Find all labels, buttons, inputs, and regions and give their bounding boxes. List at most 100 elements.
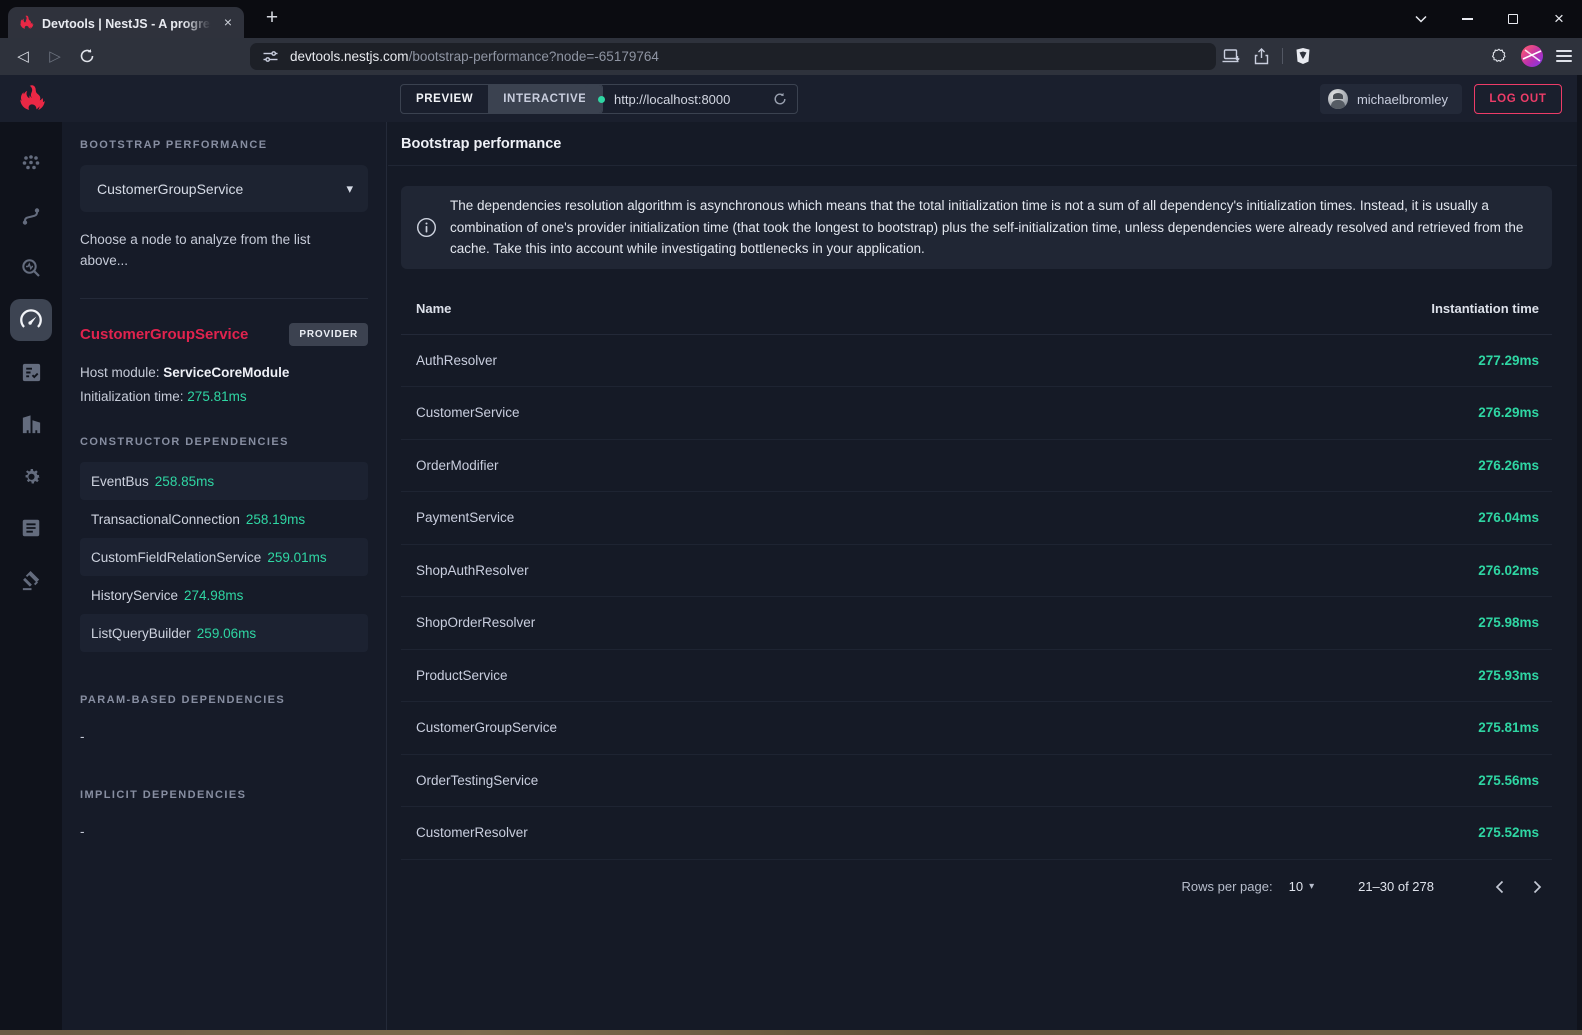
node-select[interactable]: CustomerGroupService ▾ — [80, 165, 368, 212]
table-row[interactable]: PaymentService 276.04ms — [401, 492, 1552, 545]
table-row[interactable]: ShopOrderResolver 275.98ms — [401, 597, 1552, 650]
node-analysis-panel: BOOTSTRAP PERFORMANCE CustomerGroupServi… — [62, 122, 387, 1030]
back-button[interactable]: ◁ — [8, 41, 38, 71]
param-deps-title: PARAM-BASED DEPENDENCIES — [80, 694, 368, 706]
sidebar-item-settings[interactable] — [10, 455, 52, 497]
table-row[interactable]: OrderModifier 276.26ms — [401, 440, 1552, 493]
send-to-device-icon[interactable] — [1222, 48, 1241, 64]
sidebar-item-routes[interactable] — [10, 195, 52, 237]
sidebar-item-audits[interactable] — [10, 351, 52, 393]
rows-per-page-value: 10 — [1289, 879, 1303, 894]
sidebar-item-inspect[interactable] — [10, 247, 52, 289]
pagination-range: 21–30 of 278 — [1358, 879, 1434, 894]
tab-search-icon[interactable] — [1398, 0, 1444, 38]
constructor-deps-list: EventBus 258.85ms TransactionalConnectio… — [80, 462, 368, 652]
row-name: ShopAuthResolver — [416, 563, 529, 578]
sidebar-item-graph[interactable] — [10, 143, 52, 185]
target-refresh-icon[interactable] — [773, 92, 787, 106]
maximize-icon — [1508, 14, 1518, 24]
brave-shield-icon[interactable] — [1295, 47, 1311, 65]
window-maximize-button[interactable] — [1490, 0, 1536, 38]
dependency-item[interactable]: ListQueryBuilder 259.06ms — [80, 614, 368, 652]
dependency-name: ListQueryBuilder — [91, 626, 191, 641]
row-name: CustomerService — [416, 405, 520, 420]
nestjs-logo[interactable] — [0, 75, 62, 122]
dependency-item[interactable]: TransactionalConnection 258.19ms — [80, 500, 368, 538]
sidebar-item-modules[interactable] — [10, 403, 52, 445]
dependency-name: HistoryService — [91, 588, 178, 603]
node-select-value: CustomerGroupService — [97, 181, 243, 197]
user-chip[interactable]: michaelbromley — [1320, 84, 1462, 114]
extensions-icon[interactable] — [1490, 47, 1508, 65]
row-name: OrderTestingService — [416, 773, 538, 788]
site-settings-icon[interactable] — [262, 48, 279, 65]
info-icon — [416, 217, 437, 238]
user-avatar — [1328, 89, 1348, 109]
dependency-item[interactable]: CustomFieldRelationService 259.01ms — [80, 538, 368, 576]
table-row[interactable]: CustomerResolver 275.52ms — [401, 807, 1552, 860]
mode-toggle: PREVIEW INTERACTIVE — [400, 84, 603, 114]
host-module-value: ServiceCoreModule — [163, 365, 289, 380]
init-time-row: Initialization time: 275.81ms — [80, 385, 368, 409]
dependency-name: TransactionalConnection — [91, 512, 240, 527]
app-header: PREVIEW INTERACTIVE http://localhost:800… — [0, 75, 1582, 122]
table-row[interactable]: CustomerService 276.29ms — [401, 387, 1552, 440]
row-time: 275.98ms — [1478, 615, 1539, 630]
nestjs-favicon-icon — [18, 15, 34, 31]
param-deps-empty: - — [80, 729, 368, 744]
sidebar-item-bootstrap-performance[interactable] — [10, 299, 52, 341]
url-text: devtools.nestjs.com/bootstrap-performanc… — [290, 49, 659, 64]
row-time: 276.29ms — [1478, 405, 1539, 420]
connection-status-dot — [598, 96, 605, 103]
row-time: 276.26ms — [1478, 458, 1539, 473]
table-row[interactable]: OrderTestingService 275.56ms — [401, 755, 1552, 808]
implicit-deps-title: IMPLICIT DEPENDENCIES — [80, 789, 368, 801]
user-name: michaelbromley — [1357, 92, 1448, 107]
dependency-time: 259.06ms — [197, 626, 256, 641]
tab-preview[interactable]: PREVIEW — [401, 85, 488, 113]
info-box: The dependencies resolution algorithm is… — [401, 186, 1552, 269]
analyze-search-icon — [19, 256, 43, 280]
tab-title-wrap: Devtools | NestJS - A progressive — [42, 15, 211, 31]
gauge-icon — [18, 307, 44, 333]
dependency-item[interactable]: EventBus 258.85ms — [80, 462, 368, 500]
refresh-button[interactable] — [72, 41, 102, 71]
browser-tab[interactable]: Devtools | NestJS - A progressive × — [8, 7, 244, 38]
table-row[interactable]: ProductService 275.93ms — [401, 650, 1552, 703]
url-path: /bootstrap-performance?node=-65179764 — [409, 49, 659, 64]
selected-node-header: CustomerGroupService PROVIDER — [80, 323, 368, 346]
next-page-button[interactable] — [1522, 872, 1552, 902]
row-time: 276.04ms — [1478, 510, 1539, 525]
url-bar[interactable]: devtools.nestjs.com/bootstrap-performanc… — [250, 43, 1216, 70]
dependency-name: EventBus — [91, 474, 149, 489]
chevron-down-icon: ▾ — [1309, 881, 1314, 892]
toolbar-divider — [1282, 48, 1283, 64]
table-row[interactable]: CustomerGroupService 275.81ms — [401, 702, 1552, 755]
row-time: 275.52ms — [1478, 825, 1539, 840]
window-minimize-button[interactable] — [1444, 0, 1490, 38]
host-module-row: Host module: ServiceCoreModule — [80, 361, 368, 385]
logout-button[interactable]: LOG OUT — [1474, 84, 1562, 114]
previous-page-button[interactable] — [1484, 872, 1514, 902]
new-tab-button[interactable]: + — [258, 5, 286, 33]
tab-close-icon[interactable]: × — [219, 14, 237, 32]
rows-per-page-select[interactable]: 10 ▾ — [1289, 879, 1315, 894]
column-name: Name — [416, 301, 451, 316]
host-module-label: Host module: — [80, 365, 163, 380]
sidebar-item-logs[interactable] — [10, 507, 52, 549]
browser-menu-icon[interactable] — [1556, 50, 1572, 62]
browser-profile-avatar[interactable] — [1521, 45, 1543, 67]
gear-icon — [20, 465, 43, 488]
selected-node-name: CustomerGroupService — [80, 326, 248, 343]
window-close-button[interactable]: × — [1536, 0, 1582, 38]
dependency-item[interactable]: HistoryService 274.98ms — [80, 576, 368, 614]
share-icon[interactable] — [1253, 48, 1270, 65]
column-instantiation-time: Instantiation time — [1431, 301, 1539, 316]
table-header: Name Instantiation time — [401, 283, 1552, 335]
panel-hint: Choose a node to analyze from the list a… — [80, 229, 330, 271]
sidebar-item-tools[interactable] — [10, 559, 52, 601]
toolbar-action-icons — [1222, 41, 1311, 71]
table-row[interactable]: ShopAuthResolver 276.02ms — [401, 545, 1552, 598]
table-row[interactable]: AuthResolver 277.29ms — [401, 335, 1552, 388]
init-time-value: 275.81ms — [187, 389, 246, 404]
